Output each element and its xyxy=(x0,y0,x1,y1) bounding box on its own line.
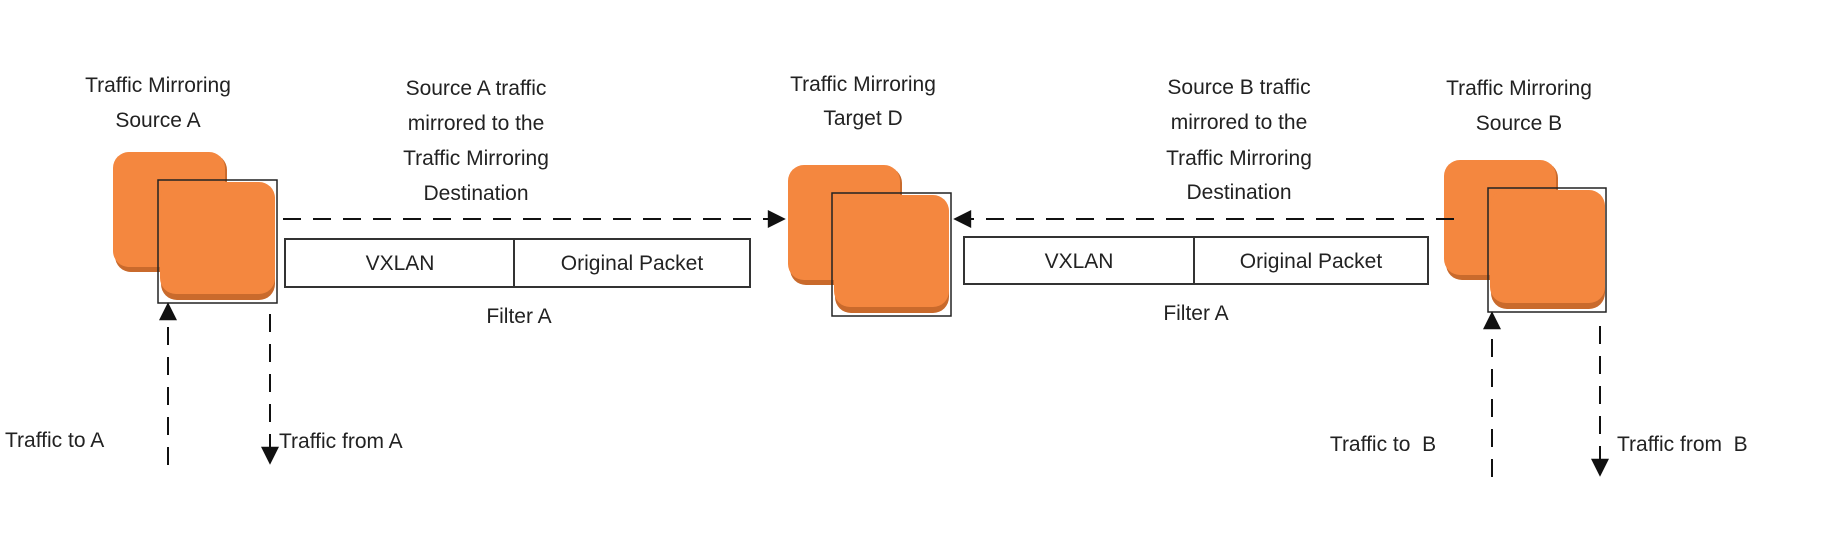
traffic-to-b-label: Traffic to B xyxy=(1330,433,1436,456)
flow-b-to-d: Source B traffic mirrored to the Traffic… xyxy=(953,76,1454,325)
source-b-label-line2: Source B xyxy=(1476,112,1562,135)
source-a-node: Traffic Mirroring Source A xyxy=(85,74,278,304)
traffic-mirroring-diagram: Traffic Mirroring Source A Traffic Mirro… xyxy=(5,73,1748,477)
source-b-node: Traffic Mirroring Source B xyxy=(1444,77,1607,313)
packet-original-label: Original Packet xyxy=(561,252,704,275)
traffic-from-b-label: Traffic from B xyxy=(1617,433,1748,456)
packet-b: VXLAN Original Packet xyxy=(963,236,1429,285)
instance-icon xyxy=(1444,160,1607,313)
flow-b-caption-1: Source B traffic xyxy=(1167,76,1310,99)
filter-a-label: Filter A xyxy=(486,305,551,328)
flow-a-to-d: Source A traffic mirrored to the Traffic… xyxy=(283,77,786,328)
flow-a-caption-3: Traffic Mirroring xyxy=(403,147,549,170)
instance-icon xyxy=(788,165,952,317)
flow-a-caption-4: Destination xyxy=(423,182,528,205)
packet-vxlan-label: VXLAN xyxy=(366,252,435,275)
traffic-to-a-label: Traffic to A xyxy=(5,429,104,452)
packet-original-label: Original Packet xyxy=(1240,250,1383,273)
source-a-label-line1: Traffic Mirroring xyxy=(85,74,231,97)
filter-b-label: Filter A xyxy=(1163,302,1228,325)
packet-vxlan-label: VXLAN xyxy=(1045,250,1114,273)
packet-a: VXLAN Original Packet xyxy=(284,238,751,288)
target-d-label-line1: Traffic Mirroring xyxy=(790,73,936,96)
flow-b-caption-3: Traffic Mirroring xyxy=(1166,147,1312,170)
flow-b-caption-2: mirrored to the xyxy=(1171,111,1308,134)
target-d-label-line2: Target D xyxy=(823,107,902,130)
instance-icon xyxy=(113,152,278,304)
flow-b-caption-4: Destination xyxy=(1186,181,1291,204)
source-a-label-line2: Source A xyxy=(115,109,200,132)
source-b-label-line1: Traffic Mirroring xyxy=(1446,77,1592,100)
flow-a-caption-1: Source A traffic xyxy=(406,77,547,100)
traffic-from-a-label: Traffic from A xyxy=(279,430,403,453)
flow-a-caption-2: mirrored to the xyxy=(408,112,545,135)
target-d-node: Traffic Mirroring Target D xyxy=(788,73,952,317)
